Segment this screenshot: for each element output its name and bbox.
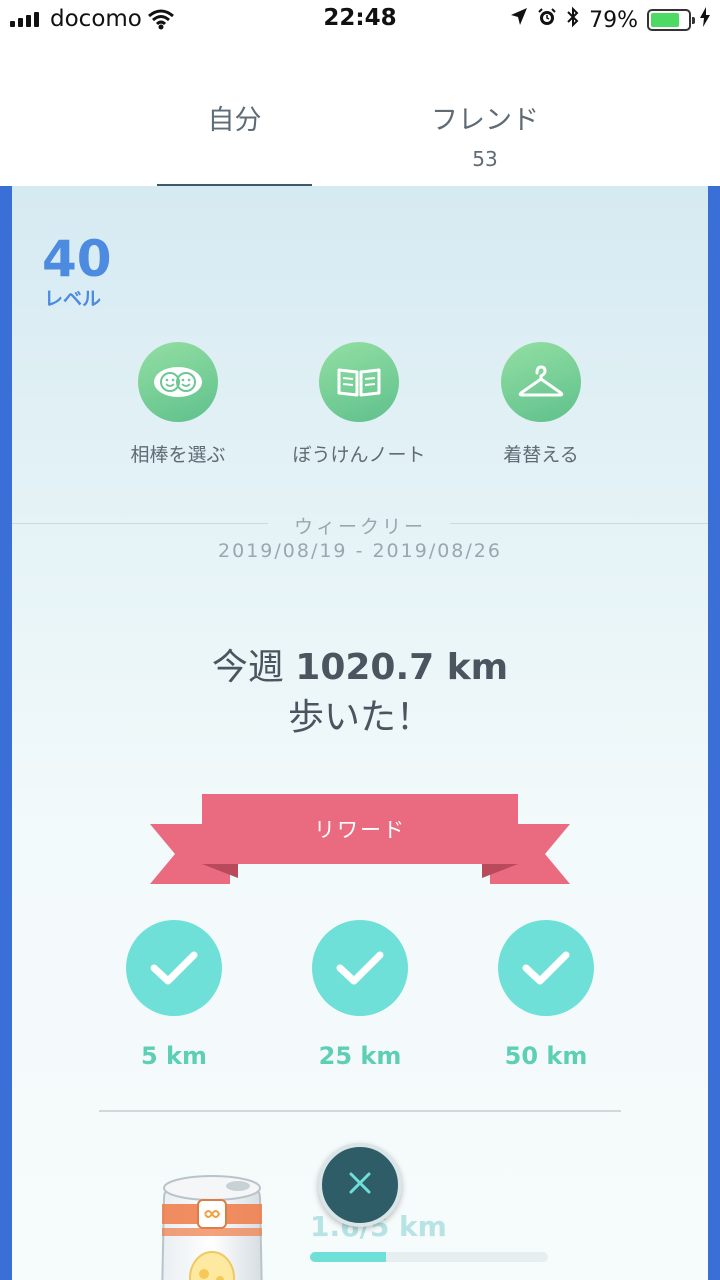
battery-icon — [647, 9, 695, 31]
frame-border-left — [0, 186, 12, 1280]
checkmark-icon — [312, 920, 408, 1016]
journal-button[interactable]: ぼうけんノート — [269, 342, 449, 467]
frame-border-right — [708, 186, 720, 1280]
weekly-title: ウィークリー — [293, 516, 426, 538]
checkmark-icon — [126, 920, 222, 1016]
battery-percent: 79% — [589, 7, 638, 33]
weekly-distance-value: 1020.7 km — [295, 647, 509, 688]
choose-buddy-label: 相棒を選ぶ — [130, 444, 226, 466]
egg-progress-bar — [310, 1252, 548, 1262]
profile-content[interactable]: 40 レベル 相棒を選ぶ ぼうけんノート 着替える ウィークリー 2019/08… — [12, 186, 708, 1280]
friends-count: 53 — [472, 147, 498, 171]
tab-self-label: 自分 — [207, 105, 262, 136]
level-number: 40 — [42, 230, 112, 288]
status-bar: docomo 22:48 79% — [0, 0, 720, 40]
weekly-date-range: 2019/08/19 - 2019/08/26 — [218, 540, 502, 562]
level-label: レベル — [44, 288, 102, 310]
alarm-icon — [537, 7, 557, 33]
weekly-distance-suffix: 歩いた！ — [287, 697, 432, 738]
section-divider — [99, 1110, 621, 1112]
reward-ribbon-label: リワード — [314, 818, 406, 842]
reward-milestone-25km[interactable]: 25 km — [310, 920, 410, 1070]
hanger-icon — [501, 342, 581, 422]
buddy-icon — [138, 342, 218, 422]
journal-label: ぼうけんノート — [292, 444, 426, 466]
checkmark-icon — [498, 920, 594, 1016]
egg-progress-fill — [310, 1252, 387, 1262]
choose-buddy-button[interactable]: 相棒を選ぶ — [88, 342, 268, 467]
location-arrow-icon — [510, 7, 528, 33]
reward-km-label: 25 km — [318, 1042, 402, 1070]
weekly-distance-prefix: 今週 — [211, 647, 296, 688]
reward-milestone-5km[interactable]: 5 km — [124, 920, 224, 1070]
reward-km-label: 5 km — [140, 1042, 208, 1070]
close-button[interactable] — [318, 1143, 402, 1227]
book-icon — [319, 342, 399, 422]
weekly-distance-headline: 今週 1020.7 km — [12, 638, 708, 690]
reward-km-label: 50 km — [504, 1042, 588, 1070]
profile-tab-bar: 自分 フレンド 53 — [0, 40, 720, 188]
change-outfit-label: 着替える — [503, 444, 579, 466]
tab-self[interactable]: 自分 — [157, 98, 312, 137]
reward-milestone-50km[interactable]: 50 km — [496, 920, 596, 1070]
tab-friends[interactable]: フレンド 53 — [410, 98, 560, 171]
tab-friends-label: フレンド — [431, 105, 539, 136]
egg-incubator-icon[interactable] — [150, 1168, 274, 1280]
close-icon — [346, 1169, 374, 1201]
status-icons: 79% — [510, 6, 710, 34]
change-outfit-button[interactable]: 着替える — [451, 342, 631, 467]
charging-bolt-icon — [700, 7, 710, 33]
bluetooth-icon — [566, 6, 580, 34]
